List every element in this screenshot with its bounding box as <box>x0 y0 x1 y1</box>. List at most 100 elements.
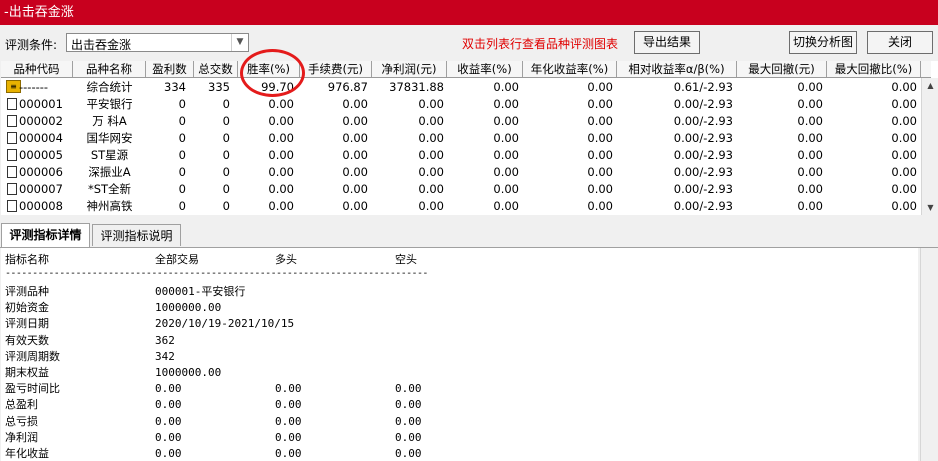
cell-rate: 0.00 <box>268 182 294 196</box>
col-header-code[interactable]: 品种代码 <box>1 61 73 77</box>
cell-total: 0 <box>222 182 230 196</box>
results-grid: 品种代码 品种名称 盈利数 总交数 胜率(%) 手续费(元) 净利润(元) 收益… <box>1 61 938 215</box>
metric-v1: 0.00 <box>155 447 182 460</box>
col-header-profit[interactable]: 净利润(元) <box>372 61 447 77</box>
cell-ret: 0.00 <box>493 182 519 196</box>
metric-label: 评测品种 <box>5 285 49 298</box>
switch-chart-button[interactable]: 切换分析图 <box>789 31 857 54</box>
metric-v3: 0.00 <box>395 447 422 460</box>
cell-win: 0 <box>178 148 186 162</box>
metric-label: 盈亏时间比 <box>5 382 60 396</box>
cell-profit: 0.00 <box>418 165 444 179</box>
table-row[interactable]: 000006 深振业A 0 0 0.00 0.00 0.00 0.00 0.00 0.00/-2.… <box>1 164 921 181</box>
metric-v1: 0.00 <box>155 382 182 396</box>
cell-name: 神州高铁 <box>86 199 133 213</box>
cell-ret: 0.00 <box>493 114 519 128</box>
cell-total: 0 <box>222 199 230 213</box>
cell-rate: 0.00 <box>268 148 294 162</box>
col-header-name[interactable]: 品种名称 <box>73 61 146 77</box>
cell-total: 335 <box>208 80 230 94</box>
metric-v3: 0.00 <box>395 414 422 428</box>
export-button[interactable]: 导出结果 <box>634 31 700 54</box>
condition-select[interactable]: 出击吞金涨 ▼ <box>66 33 249 52</box>
chevron-down-icon[interactable]: ▼ <box>231 34 248 51</box>
cell-annual: 0.00 <box>587 165 613 179</box>
cell-ddr: 0.00 <box>891 199 917 213</box>
scroll-up-icon[interactable]: ▲ <box>923 78 938 93</box>
col-header-return[interactable]: 收益率(%) <box>447 61 523 77</box>
cell-ddr: 0.00 <box>891 148 917 162</box>
close-button[interactable]: 关闭 <box>867 31 933 54</box>
condition-value: 出击吞金涨 <box>71 38 132 52</box>
metric-v1: 0.00 <box>155 414 182 428</box>
col-header-relative[interactable]: 相对收益率α/β(%) <box>617 61 737 77</box>
detail-scrollbar[interactable] <box>920 248 938 461</box>
tab-metric-details[interactable]: 评测指标详情 <box>1 223 90 247</box>
metric-v2: 0.00 <box>275 447 302 460</box>
cell-name: ST星源 <box>90 148 129 162</box>
cell-fee: 0.00 <box>342 199 368 213</box>
cell-rate: 0.00 <box>268 114 294 128</box>
table-row[interactable]: 000008 神州高铁 0 0 0.00 0.00 0.00 0.00 0.00 0.00/-2.… <box>1 198 921 215</box>
cell-profit: 0.00 <box>418 182 444 196</box>
table-row[interactable]: 000004 国华网安 0 0 0.00 0.00 0.00 0.00 0.00 0.00/-2.… <box>1 130 921 147</box>
cell-win: 0 <box>178 114 186 128</box>
document-icon <box>7 166 17 178</box>
document-icon <box>7 132 17 144</box>
cell-total: 0 <box>222 165 230 179</box>
col-header-wins[interactable]: 盈利数 <box>146 61 194 77</box>
cell-dd: 0.00 <box>797 165 823 179</box>
metric-label: 有效天数 <box>5 333 49 347</box>
metric-v1: 1000000.00 <box>155 366 222 379</box>
metric-v2: 0.00 <box>275 430 302 444</box>
cell-dd: 0.00 <box>797 182 823 196</box>
col-header-fee[interactable]: 手续费(元) <box>300 61 372 77</box>
cell-ret: 0.00 <box>493 199 519 213</box>
cell-ret: 0.00 <box>493 165 519 179</box>
document-icon <box>7 115 17 127</box>
cell-code: 000008 <box>19 199 63 213</box>
cell-fee: 0.00 <box>342 131 368 145</box>
tab-metric-description[interactable]: 评测指标说明 <box>92 224 181 246</box>
window-title: -出击吞金涨 <box>4 5 74 20</box>
metric-v2: 0.00 <box>275 382 302 396</box>
cell-win: 0 <box>178 97 186 111</box>
cell-dd: 0.00 <box>797 131 823 145</box>
scroll-down-icon[interactable]: ▼ <box>923 200 938 215</box>
metric-v3: 0.00 <box>395 382 422 396</box>
cell-total: 0 <box>222 97 230 111</box>
col-header-total[interactable]: 总交数 <box>194 61 238 77</box>
metric-v3: 0.00 <box>395 430 422 444</box>
col-header-annual[interactable]: 年化收益率(%) <box>523 61 617 77</box>
cell-dd: 0.00 <box>797 80 823 94</box>
cell-dd: 0.00 <box>797 97 823 111</box>
metric-label: 评测周期数 <box>5 349 60 363</box>
table-row[interactable]: 000005 ST星源 0 0 0.00 0.00 0.00 0.00 0.00 0.00/-2.… <box>1 147 921 164</box>
cell-total: 0 <box>222 114 230 128</box>
table-row[interactable]: 000001 平安银行 0 0 0.00 0.00 0.00 0.00 0.00 0.00/-2.… <box>1 96 921 113</box>
table-row[interactable]: 000007 *ST全新 0 0 0.00 0.00 0.00 0.00 0.00 0.00/-2… <box>1 181 921 198</box>
col-header-drawdown-ratio[interactable]: 最大回撤比(%) <box>827 61 921 77</box>
cell-code: ------- <box>19 80 49 94</box>
cell-name: 深振业A <box>88 165 131 179</box>
cell-total: 0 <box>222 131 230 145</box>
cell-ddr: 0.00 <box>891 131 917 145</box>
cell-annual: 0.00 <box>587 97 613 111</box>
cell-rel: 0.61/-2.93 <box>673 80 733 94</box>
double-click-hint: 双击列表行查看品种评测图表 <box>462 37 619 51</box>
cell-ret: 0.00 <box>493 131 519 145</box>
metric-v2: 0.00 <box>275 414 302 428</box>
col-header-drawdown[interactable]: 最大回撤(元) <box>737 61 827 77</box>
table-row[interactable]: 000002 万 科A 0 0 0.00 0.00 0.00 0.00 0.00 0.00/-2.… <box>1 113 921 130</box>
metric-label: 初始资金 <box>5 301 49 315</box>
cell-win: 0 <box>178 199 186 213</box>
grid-scrollbar[interactable]: ▲ ▼ <box>921 78 938 215</box>
window-titlebar[interactable]: -出击吞金涨 <box>0 0 938 25</box>
metric-label: 总亏损 <box>5 414 38 428</box>
table-row[interactable]: ≡ ------- 综合统计 334 335 99.70 976.87 37831.88 0.0… <box>1 79 921 96</box>
cell-profit: 0.00 <box>418 148 444 162</box>
metric-detail-panel: 指标名称 全部交易 多头 空头 ------------------------… <box>1 248 918 461</box>
cell-profit: 0.00 <box>418 199 444 213</box>
cell-ddr: 0.00 <box>891 80 917 94</box>
cell-code: 000007 <box>19 182 63 196</box>
